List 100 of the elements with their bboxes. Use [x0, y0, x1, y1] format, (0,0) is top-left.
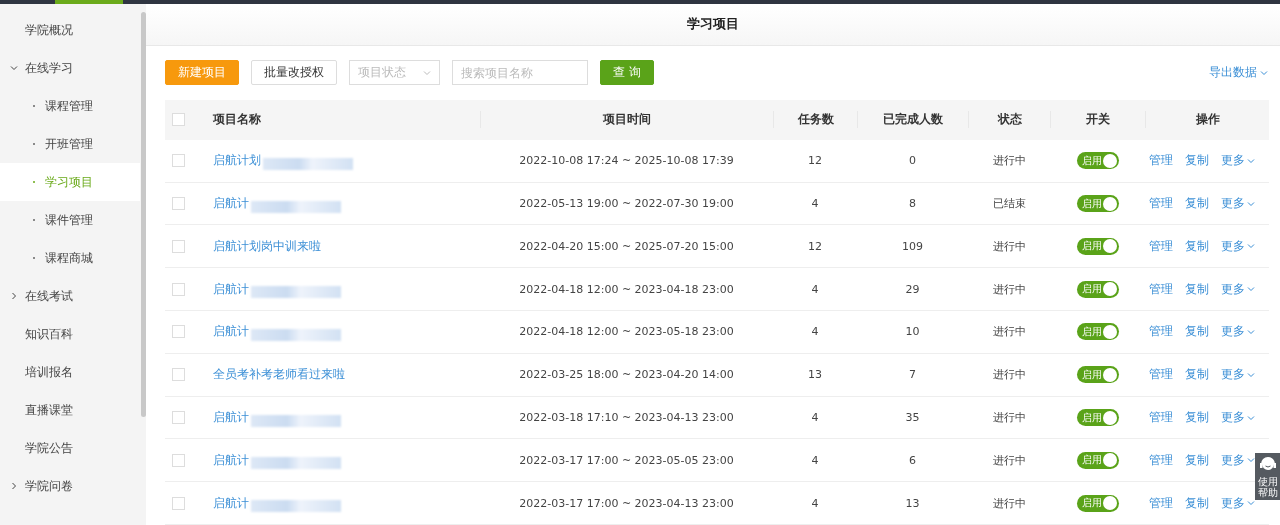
- enable-switch[interactable]: 启用: [1076, 409, 1119, 426]
- project-name-link[interactable]: 启航计: [213, 494, 249, 512]
- completed-count-cell-text: 6: [908, 453, 917, 467]
- action-link[interactable]: 复制: [1185, 195, 1209, 212]
- project-name-link[interactable]: 启航计: [213, 323, 249, 341]
- project-name-link[interactable]: 启航计: [213, 280, 249, 298]
- caret-icon: [1247, 242, 1255, 251]
- status-cell-text: 进行中: [991, 238, 1027, 254]
- project-name-link[interactable]: 启航计: [213, 409, 249, 426]
- action-link[interactable]: 更多: [1221, 409, 1255, 426]
- export-link[interactable]: 导出数据: [1209, 64, 1268, 82]
- time-cell-text: 2022-04-20 15:00 ~ 2025-07-20 15:00: [518, 239, 735, 253]
- sidebar-item[interactable]: 知识百科: [0, 315, 140, 353]
- action-link[interactable]: 更多: [1221, 280, 1255, 298]
- action-link[interactable]: 复制: [1185, 280, 1209, 298]
- action-link[interactable]: 更多: [1221, 237, 1255, 255]
- project-name-link[interactable]: 启航计划岗中训来啦: [213, 237, 321, 255]
- enable-switch[interactable]: 启用: [1076, 152, 1119, 170]
- action-link[interactable]: 管理: [1149, 280, 1173, 298]
- query-button[interactable]: 查 询: [600, 60, 654, 86]
- action-link[interactable]: 复制: [1185, 323, 1209, 341]
- action-link[interactable]: 管理: [1149, 237, 1173, 255]
- status-cell-text: 进行中: [991, 153, 1027, 169]
- sidebar-item[interactable]: 课件管理: [0, 201, 140, 239]
- caret-icon: [1247, 370, 1255, 379]
- action-link[interactable]: 复制: [1185, 366, 1209, 384]
- caret-icon: [1247, 456, 1255, 465]
- new-project-button[interactable]: 新建项目: [165, 60, 239, 86]
- completed-count-cell-text: 109: [901, 239, 924, 253]
- headset-icon: [1258, 455, 1277, 473]
- row-checkbox[interactable]: [172, 411, 185, 424]
- status-cell-text: 进行中: [991, 452, 1027, 468]
- sidebar-item[interactable]: 学院公告: [0, 429, 140, 467]
- action-link[interactable]: 复制: [1185, 451, 1209, 469]
- enable-switch[interactable]: 启用: [1076, 323, 1119, 341]
- action-link[interactable]: 复制: [1185, 152, 1209, 170]
- action-link[interactable]: 更多: [1221, 494, 1255, 512]
- status-cell-text: 进行中: [991, 410, 1027, 425]
- action-link[interactable]: 管理: [1149, 451, 1173, 469]
- row-checkbox[interactable]: [172, 154, 185, 168]
- action-link[interactable]: 复制: [1185, 237, 1209, 255]
- row-checkbox[interactable]: [172, 368, 185, 382]
- sidebar-item[interactable]: 课程商城: [0, 239, 140, 277]
- project-name-link[interactable]: 启航计: [213, 451, 249, 469]
- caret-icon: [1260, 68, 1268, 77]
- sidebar-item[interactable]: 开班管理: [0, 125, 140, 163]
- sidebar-item[interactable]: 培训报名: [0, 353, 140, 391]
- task-count-cell-text: 12: [807, 239, 823, 253]
- time-cell-text: 2022-03-18 17:10 ~ 2023-04-13 23:00: [518, 411, 735, 424]
- sidebar-item[interactable]: 学院问卷: [0, 467, 140, 505]
- enable-switch[interactable]: 启用: [1076, 237, 1119, 255]
- column-header: 已完成人数: [857, 111, 968, 129]
- action-link[interactable]: 管理: [1149, 195, 1173, 212]
- row-checkbox[interactable]: [172, 453, 185, 467]
- action-link[interactable]: 复制: [1185, 494, 1209, 512]
- search-field[interactable]: 搜索项目名称: [452, 60, 588, 86]
- action-link[interactable]: 更多: [1221, 152, 1255, 170]
- row-checkbox[interactable]: [172, 239, 185, 253]
- caret-icon: [1247, 499, 1255, 508]
- project-name-link[interactable]: 启航计划: [213, 152, 261, 170]
- column-header: 任务数: [773, 111, 857, 129]
- batch-authorize-button[interactable]: 批量改授权: [251, 60, 337, 86]
- sidebar-item[interactable]: 在线学习: [0, 49, 140, 87]
- select-all-checkbox[interactable]: [172, 113, 185, 127]
- sidebar-item[interactable]: 学院概况: [0, 11, 140, 49]
- action-link[interactable]: 管理: [1149, 152, 1173, 170]
- enable-switch[interactable]: 启用: [1076, 195, 1119, 212]
- column-header: 项目时间: [480, 111, 773, 129]
- completed-count-cell-text: 13: [904, 496, 921, 510]
- project-name-link[interactable]: 全员考补考老师看过来啦: [213, 366, 345, 384]
- action-link[interactable]: 管理: [1149, 494, 1173, 512]
- enable-switch[interactable]: 启用: [1076, 494, 1119, 512]
- action-link[interactable]: 更多: [1221, 366, 1255, 384]
- action-link[interactable]: 管理: [1149, 323, 1173, 341]
- row-checkbox[interactable]: [172, 282, 185, 296]
- enable-switch[interactable]: 启用: [1076, 366, 1119, 384]
- caret-icon: [423, 68, 431, 77]
- sidebar-item[interactable]: 课程管理: [0, 87, 140, 125]
- row-checkbox[interactable]: [172, 325, 185, 339]
- action-link[interactable]: 更多: [1221, 323, 1255, 341]
- enable-switch[interactable]: 启用: [1076, 451, 1119, 469]
- action-link[interactable]: 更多: [1221, 195, 1255, 212]
- sidebar-item[interactable]: 在线考试: [0, 277, 140, 315]
- task-count-cell-text: 13: [807, 368, 823, 382]
- action-link[interactable]: 更多: [1221, 451, 1255, 469]
- action-link[interactable]: 复制: [1185, 409, 1209, 426]
- action-link[interactable]: 管理: [1149, 409, 1173, 426]
- column-header: 状态: [968, 111, 1050, 129]
- completed-count-cell-text: 7: [908, 368, 917, 382]
- enable-switch[interactable]: 启用: [1076, 280, 1119, 298]
- action-link[interactable]: 管理: [1149, 366, 1173, 384]
- status-cell-text: 进行中: [991, 495, 1027, 511]
- row-checkbox[interactable]: [172, 197, 185, 210]
- row-checkbox[interactable]: [172, 496, 185, 510]
- status-select[interactable]: 项目状态: [349, 60, 440, 86]
- caret-icon: [1247, 156, 1255, 165]
- project-name-link[interactable]: 启航计: [213, 195, 249, 212]
- help-widget[interactable]: 使用帮助: [1255, 453, 1280, 500]
- sidebar-item[interactable]: 直播课堂: [0, 391, 140, 429]
- sidebar-item[interactable]: 学习项目: [0, 163, 140, 201]
